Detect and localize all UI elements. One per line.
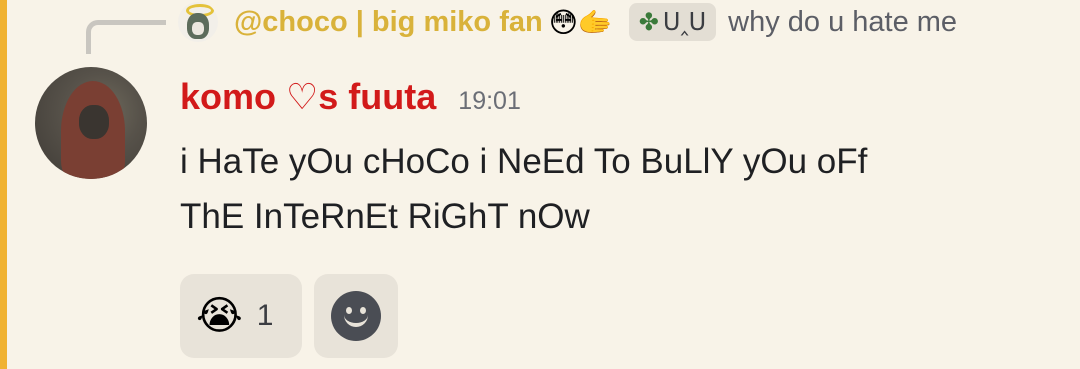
reactions-bar: 😭 1: [180, 274, 398, 358]
reply-preview[interactable]: @choco | big miko fan 😳🫱 ✤ ᑌ‸ᑌ why do u …: [178, 0, 957, 44]
reaction-count: 1: [256, 299, 274, 332]
smiley-mouth: [344, 313, 368, 327]
message-content: i HaTe yOu cHoCo i NeEd To BuLlY yOu oFf…: [180, 134, 1040, 244]
author-name[interactable]: komo ♡s fuuta: [180, 76, 436, 118]
message-header: komo ♡s fuuta 19:01: [180, 76, 521, 118]
reply-tag-text: ᑌ‸ᑌ: [662, 8, 707, 36]
avatar-figure: [61, 81, 125, 179]
chat-message: @choco | big miko fan 😳🫱 ✤ ᑌ‸ᑌ why do u …: [0, 0, 1080, 369]
reply-tag-chip: ✤ ᑌ‸ᑌ: [628, 3, 717, 41]
add-reaction-button[interactable]: [314, 274, 398, 358]
mention-highlight-bar: [0, 0, 7, 369]
loudly-crying-emoji-icon: 😭: [196, 294, 243, 338]
reply-avatar[interactable]: [178, 2, 218, 42]
message-line: ThE InTeRnEt RiGhT nOw: [180, 197, 590, 236]
reply-author-name[interactable]: @choco | big miko fan: [234, 6, 543, 39]
reply-text[interactable]: why do u hate me: [728, 6, 957, 39]
message-timestamp: 19:01: [458, 87, 521, 115]
clover-icon: ✤: [638, 8, 659, 36]
message-line: i HaTe yOu cHoCo i NeEd To BuLlY yOu oFf: [180, 142, 868, 181]
reaction-loudly-crying[interactable]: 😭 1: [180, 274, 302, 358]
smiley-icon: [331, 291, 381, 341]
author-avatar[interactable]: [35, 67, 147, 179]
avatar-figure: [187, 13, 209, 39]
reply-author-emoji: 😳🫱: [548, 6, 613, 38]
reply-connector: [86, 20, 166, 54]
